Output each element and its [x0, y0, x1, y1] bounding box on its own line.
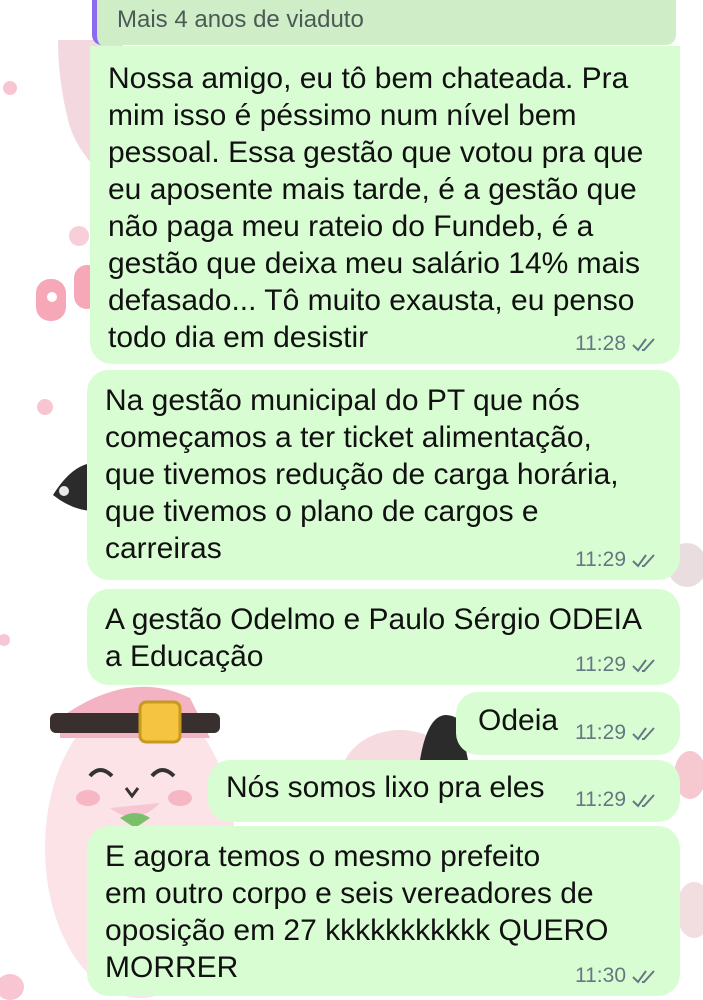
pink-dot-decoration — [0, 634, 10, 646]
message-time: 11:28 — [575, 332, 626, 355]
message-meta: 11:29 — [575, 788, 660, 812]
pink-dot-decoration — [69, 226, 89, 246]
message-bubble[interactable]: Odeia 11:29 — [456, 692, 680, 755]
message-text: Nossa amigo, eu tô bem chateada. Pra mim… — [108, 62, 644, 354]
message-bubble[interactable]: A gestão Odelmo e Paulo Sérgio ODEIA a E… — [87, 589, 680, 685]
message-time: 11:29 — [575, 788, 626, 811]
message-meta: 11:30 — [575, 964, 660, 988]
pink-dot-decoration — [3, 81, 17, 95]
message-text: Na gestão municipal do PT que nós começa… — [105, 384, 619, 565]
double-check-icon — [632, 794, 655, 808]
message-meta: 11:29 — [575, 548, 660, 572]
pink-dot-decoration — [0, 974, 24, 1000]
double-check-icon — [632, 970, 655, 984]
quoted-message[interactable]: Mais 4 anos de viaduto — [92, 0, 676, 45]
double-check-icon — [632, 727, 655, 741]
message-meta: 11:29 — [575, 653, 660, 677]
double-check-icon — [632, 338, 655, 352]
message-bubble[interactable]: E agora temos o mesmo prefeito em outro … — [87, 826, 680, 996]
message-time: 11:29 — [575, 721, 626, 744]
quoted-message-text: Mais 4 anos de viaduto — [117, 6, 364, 33]
double-check-icon — [632, 659, 655, 673]
message-meta: 11:28 — [575, 332, 660, 356]
message-time: 11:29 — [575, 548, 626, 571]
message-bubble[interactable]: Nossa amigo, eu tô bem chateada. Pra mim… — [90, 46, 680, 364]
message-meta: 11:29 — [575, 721, 660, 745]
double-check-icon — [632, 554, 655, 568]
message-time: 11:29 — [575, 653, 626, 676]
pink-dot-decoration — [37, 399, 53, 415]
message-time: 11:30 — [575, 964, 626, 987]
message-bubble[interactable]: Nós somos lixo pra eles 11:29 — [208, 760, 680, 822]
message-bubble[interactable]: Na gestão municipal do PT que nós começa… — [87, 370, 680, 580]
